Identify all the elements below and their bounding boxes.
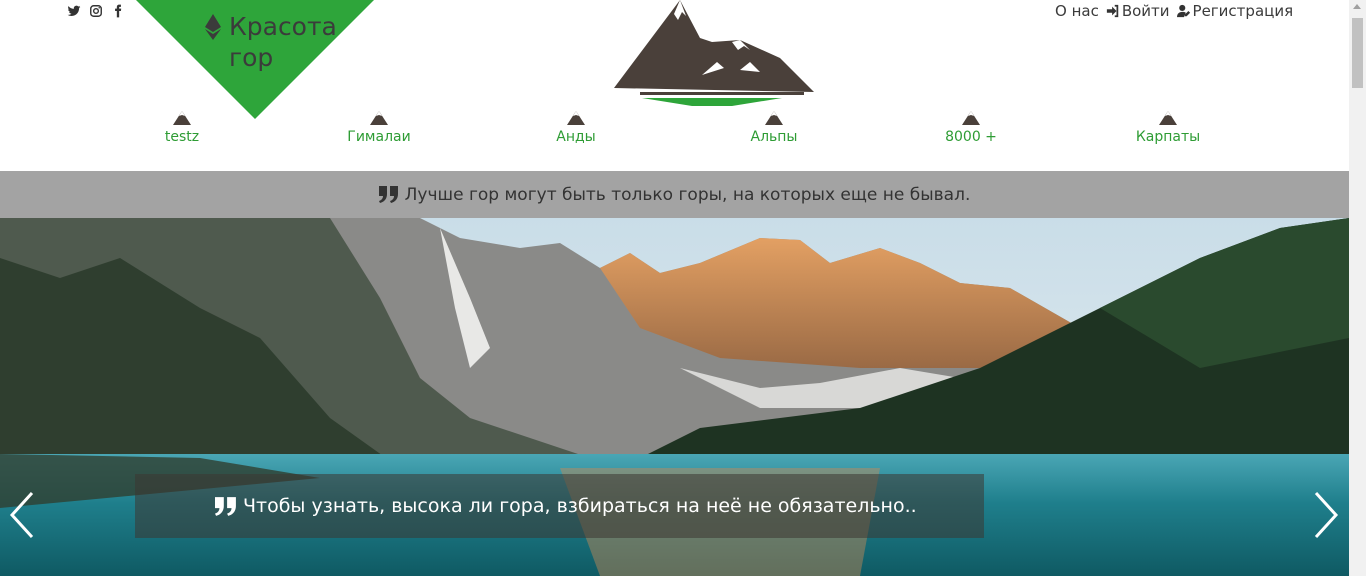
carousel-prev-button[interactable] bbox=[8, 490, 36, 540]
category-label: testz bbox=[164, 129, 200, 145]
mountain-icon bbox=[765, 111, 783, 125]
user-edit-icon bbox=[1176, 4, 1190, 18]
top-nav: О нас Войти Регистрация bbox=[1055, 2, 1293, 20]
site-header: Красота гор О нас Войти Регистрация test… bbox=[0, 0, 1349, 171]
register-link[interactable]: Регистрация bbox=[1176, 2, 1294, 20]
category-carpathians[interactable]: Карпаты bbox=[1068, 111, 1268, 145]
quote-bar: Лучше гор могут быть только горы, на кот… bbox=[0, 171, 1349, 218]
category-label: Карпаты bbox=[1135, 129, 1201, 145]
hero-caption: Чтобы узнать, высока ли гора, взбираться… bbox=[135, 474, 984, 538]
login-label: Войти bbox=[1121, 2, 1170, 20]
mountain-icon bbox=[567, 111, 585, 125]
category-label: Анды bbox=[556, 129, 596, 145]
carousel-next-button[interactable] bbox=[1312, 490, 1340, 540]
brand-title[interactable]: Красота гор bbox=[205, 11, 337, 73]
brand-title-line2: гор bbox=[229, 43, 274, 72]
hero-carousel: Чтобы узнать, высока ли гора, взбираться… bbox=[0, 218, 1349, 576]
category-testz[interactable]: testz bbox=[82, 111, 282, 145]
category-nav: testz Гималаи Анды Альпы 8000 + Карпаты bbox=[82, 111, 1267, 151]
hero-caption-text: Чтобы узнать, высока ли гора, взбираться… bbox=[243, 495, 917, 517]
facebook-icon[interactable] bbox=[111, 4, 125, 18]
quote-text: Лучше гор могут быть только горы, на кот… bbox=[404, 184, 971, 205]
mountain-icon bbox=[962, 111, 980, 125]
mountain-icon bbox=[370, 111, 388, 125]
category-label: Гималаи bbox=[347, 129, 411, 145]
category-andes[interactable]: Анды bbox=[476, 111, 676, 145]
mountain-icon bbox=[173, 111, 191, 125]
twitter-icon[interactable] bbox=[67, 4, 81, 18]
social-links bbox=[67, 4, 125, 18]
category-label: Альпы bbox=[750, 129, 798, 145]
quote-icon bbox=[378, 186, 398, 203]
ethereum-icon bbox=[205, 14, 221, 40]
page-scrollbar[interactable] bbox=[1349, 0, 1366, 576]
mountain-logo[interactable] bbox=[612, 0, 816, 110]
scrollbar-thumb[interactable] bbox=[1352, 18, 1363, 88]
register-label: Регистрация bbox=[1192, 2, 1294, 20]
category-himalayas[interactable]: Гималаи bbox=[279, 111, 479, 145]
about-link[interactable]: О нас bbox=[1055, 2, 1099, 20]
brand-title-line1: Красота bbox=[229, 12, 337, 41]
instagram-icon[interactable] bbox=[89, 4, 103, 18]
category-label: 8000 + bbox=[945, 129, 997, 145]
quote-icon bbox=[215, 496, 236, 516]
sign-in-icon bbox=[1106, 4, 1119, 18]
category-8000[interactable]: 8000 + bbox=[871, 111, 1071, 145]
category-alps[interactable]: Альпы bbox=[674, 111, 874, 145]
login-link[interactable]: Войти bbox=[1106, 2, 1170, 20]
mountain-icon bbox=[1159, 111, 1177, 125]
scroll-up-icon[interactable] bbox=[1353, 4, 1361, 9]
about-label: О нас bbox=[1055, 2, 1099, 20]
